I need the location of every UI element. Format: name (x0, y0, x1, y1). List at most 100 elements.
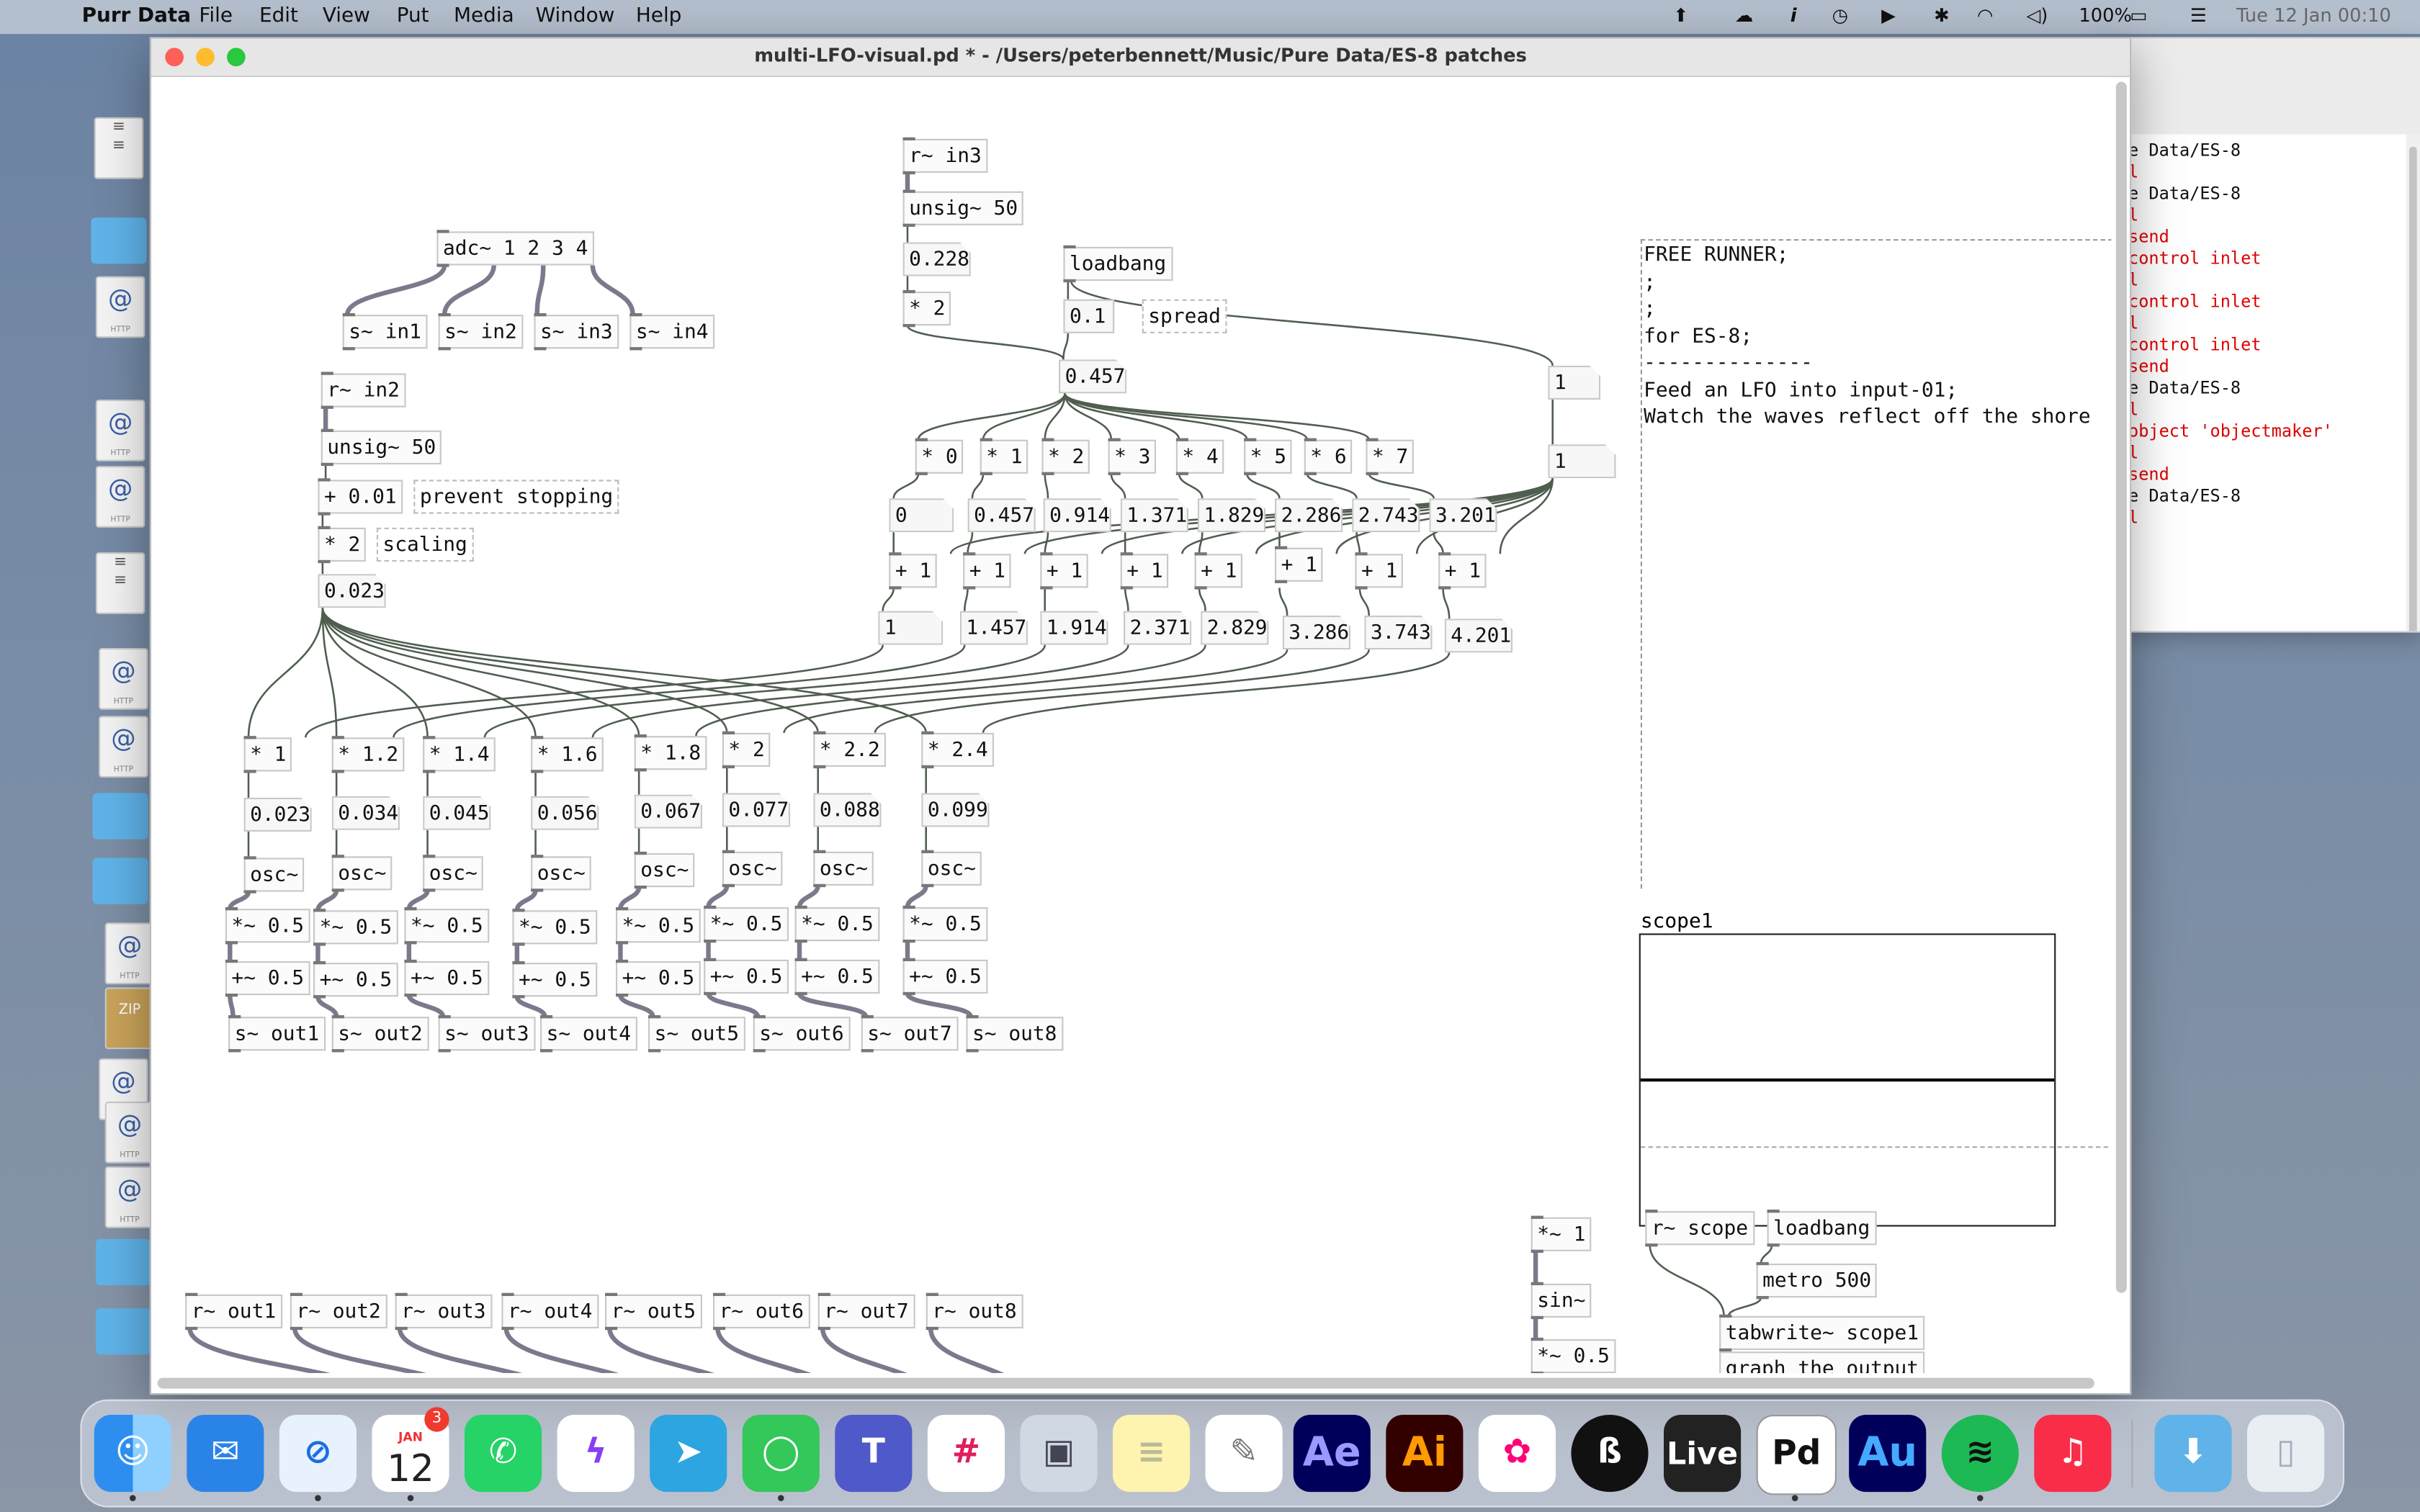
multiply-freq-7[interactable]: * 2.4 (921, 731, 995, 769)
zip-icon[interactable]: ZIP (104, 987, 155, 1050)
loadbang-1[interactable]: loadbang (1063, 245, 1173, 283)
multiply-05[interactable]: *~ 0.5 (1531, 1337, 1616, 1374)
trash-icon[interactable]: ▯ (2247, 1414, 2325, 1493)
send-out-3[interactable]: s~ out3 (438, 1014, 536, 1053)
add-offset-2[interactable]: +~ 0.5 (404, 959, 490, 997)
folder-icon[interactable] (92, 858, 148, 904)
webloc-icon[interactable]: @HTTP (99, 648, 148, 710)
number-phase-5[interactable]: 3.286 (1283, 616, 1350, 649)
number-spread[interactable]: 0.457 (1059, 359, 1126, 393)
receive-out-6[interactable]: r~ out6 (712, 1292, 810, 1331)
menu-window[interactable]: Window (536, 4, 615, 27)
plus-one-5[interactable]: + 1 (1275, 546, 1324, 583)
ableton-live-icon[interactable]: Live (1664, 1414, 1742, 1493)
number-rate[interactable]: 0.023 (318, 574, 385, 608)
patch-window[interactable]: multi-LFO-visual.pd * - /Users/peterbenn… (149, 37, 2132, 1395)
multiply-freq-2[interactable]: * 1.4 (423, 736, 496, 773)
multiply-index-5[interactable]: * 5 (1244, 438, 1293, 475)
folder-icon[interactable] (91, 217, 147, 264)
number-freq-0[interactable]: 0.023 (244, 798, 312, 832)
plus-one-7[interactable]: + 1 (1438, 552, 1487, 590)
osc-0[interactable]: osc~ (243, 856, 305, 894)
whatsapp-icon[interactable]: ✆ (465, 1414, 542, 1493)
downloads-icon[interactable]: ⬇ (2154, 1414, 2232, 1493)
number-offset-7[interactable]: 3.201 (1429, 498, 1497, 532)
multiply-index-4[interactable]: * 4 (1175, 438, 1225, 475)
number-offset-5[interactable]: 2.286 (1275, 498, 1343, 532)
multiply-index-3[interactable]: * 3 (1108, 438, 1157, 475)
multiply-amp-2[interactable]: *~ 0.5 (404, 906, 490, 945)
cloud-icon[interactable]: ☁ (1735, 4, 1754, 26)
app-menu[interactable]: Purr Data (82, 4, 191, 27)
unsig-in3[interactable]: unsig~ 50 (902, 189, 1024, 228)
number-phase-1[interactable]: 1.457 (960, 611, 1028, 645)
osc-2[interactable]: osc~ (423, 855, 484, 892)
number-phase-4[interactable]: 2.829 (1201, 611, 1268, 645)
info-icon[interactable]: i (1791, 4, 1797, 26)
webloc-icon[interactable]: @HTTP (99, 716, 148, 778)
plus-one-0[interactable]: + 1 (889, 552, 938, 590)
plus-001[interactable]: + 0.01 (318, 478, 403, 516)
send-out-4[interactable]: s~ out4 (540, 1014, 637, 1053)
tabwrite-object[interactable]: tabwrite~ scope1 (1719, 1314, 1925, 1352)
osc-4[interactable]: osc~ (634, 851, 695, 889)
play-icon[interactable]: ▶ (1881, 4, 1896, 26)
multiply-index-6[interactable]: * 6 (1304, 438, 1353, 475)
add-offset-5[interactable]: +~ 0.5 (704, 958, 789, 996)
multiply-amp-1[interactable]: *~ 0.5 (313, 909, 398, 946)
teams-icon[interactable]: T (835, 1414, 913, 1493)
upload-icon[interactable]: ⬆ (1673, 4, 1689, 26)
osc-6[interactable]: osc~ (813, 850, 874, 888)
receive-out-2[interactable]: r~ out2 (290, 1292, 387, 1331)
number-freq-7[interactable]: 0.099 (921, 793, 989, 827)
receive-out-7[interactable]: r~ out7 (817, 1292, 915, 1331)
telegram-icon[interactable]: ➤ (650, 1414, 727, 1493)
multiply-index-2[interactable]: * 2 (1041, 438, 1090, 475)
number-phase-0[interactable]: 1 (878, 611, 943, 645)
number-phase-3[interactable]: 2.371 (1124, 611, 1191, 645)
patch-canvas[interactable]: adc~ 1 2 3 4 s~ in1 s~ in2 s~ in3 s~ in4… (151, 77, 2112, 1374)
multiply-index-0[interactable]: * 0 (915, 438, 964, 475)
multiply-freq-6[interactable]: * 2.2 (813, 731, 887, 769)
number-freq-4[interactable]: 0.067 (635, 795, 702, 829)
vertical-scrollbar[interactable] (2115, 81, 2127, 1293)
unsig-in2[interactable]: unsig~ 50 (321, 428, 442, 467)
send-out-6[interactable]: s~ out6 (753, 1014, 851, 1053)
metro-object[interactable]: metro 500 (1756, 1261, 1878, 1300)
console-scroll-thumb[interactable] (2409, 146, 2417, 631)
add-offset-3[interactable]: +~ 0.5 (512, 960, 598, 999)
number-right-2[interactable]: 1 (1548, 444, 1615, 478)
number-offset-4[interactable]: 1.829 (1198, 498, 1265, 532)
number-offset-1[interactable]: 0.457 (968, 498, 1036, 532)
number-freq-2[interactable]: 0.045 (423, 796, 490, 830)
multiply-amp-0[interactable]: *~ 0.5 (225, 906, 310, 945)
menu-put[interactable]: Put (397, 4, 429, 27)
multiply-amp-7[interactable]: *~ 0.5 (902, 905, 988, 943)
message-0.1[interactable]: 0.1 (1063, 299, 1115, 333)
send-in3[interactable]: s~ in3 (534, 312, 619, 351)
messenger-icon[interactable]: ϟ (557, 1414, 635, 1493)
number-phase-7[interactable]: 4.201 (1445, 618, 1512, 652)
graph-output-object[interactable]: graph the output (1719, 1351, 1925, 1374)
horizontal-scrollbar[interactable] (157, 1377, 2094, 1389)
preview-icon[interactable]: ▣ (1020, 1414, 1098, 1493)
multiply-amp-4[interactable]: *~ 0.5 (616, 906, 701, 945)
add-offset-6[interactable]: +~ 0.5 (794, 958, 880, 996)
multiply-amp-5[interactable]: *~ 0.5 (704, 905, 789, 943)
number-freq-1[interactable]: 0.034 (332, 796, 400, 830)
receive-scope[interactable]: r~ scope (1645, 1209, 1754, 1247)
document-icon[interactable]: ≡ ≡ (95, 552, 145, 614)
add-offset-7[interactable]: +~ 0.5 (902, 958, 988, 996)
number-freq-5[interactable]: 0.077 (722, 793, 790, 827)
number-freq-3[interactable]: 0.056 (531, 796, 599, 830)
multiply-amp-3[interactable]: *~ 0.5 (512, 909, 598, 946)
receive-in3[interactable]: r~ in3 (902, 137, 988, 175)
control-center-icon[interactable]: ☰ (2190, 4, 2207, 26)
menu-edit[interactable]: Edit (259, 4, 298, 27)
osc-1[interactable]: osc~ (331, 855, 393, 892)
clock[interactable]: Tue 12 Jan 00:10 (2236, 4, 2391, 26)
after-effects-icon[interactable]: Ae (1293, 1414, 1371, 1493)
menu-view[interactable]: View (323, 4, 370, 27)
osc-7[interactable]: osc~ (921, 850, 982, 888)
audition-icon[interactable]: Au (1849, 1414, 1927, 1493)
